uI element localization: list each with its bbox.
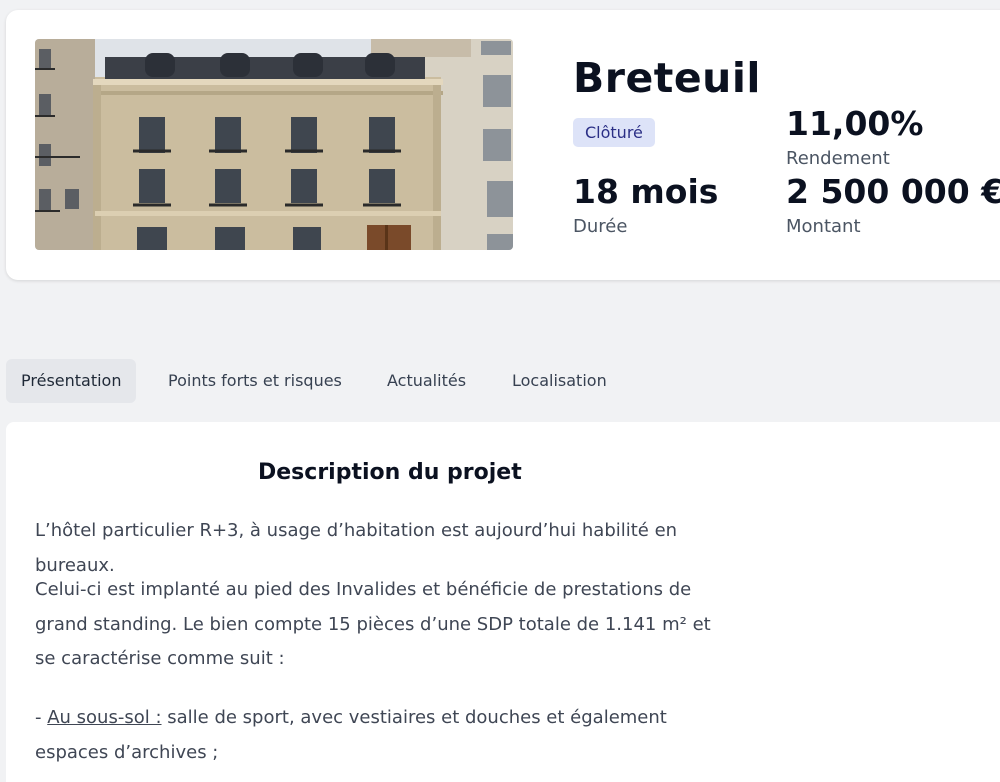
tab-presentation[interactable]: Présentation [6,359,137,403]
tab-localisation[interactable]: Localisation [512,359,607,403]
paragraph: Celui-ci est implanté au pied des Invali… [35,579,711,669]
yield-label: Rendement [786,148,890,169]
project-photo [35,39,513,250]
tab-actualites[interactable]: Actualités [387,359,466,403]
list-item-label: Au sous-sol : [47,707,162,728]
section-title: Description du projet [258,460,522,485]
yield-value: 11,00% [786,104,924,143]
status-badge: Clôturé [573,118,655,147]
list-item: - Au sous-sol : salle de sport, avec ves… [35,701,735,770]
project-summary-card: Breteuil Clôturé 11,00% Rendement 18 moi… [6,10,1000,280]
amount-value: 2 500 000 € [786,172,1000,211]
description-panel: Description du projet L’hôtel particulie… [6,422,1000,782]
amount-label: Montant [786,216,861,237]
tab-points-forts-risques[interactable]: Points forts et risques [168,359,342,403]
project-title: Breteuil [573,54,761,102]
list-item-prefix: - [35,707,48,728]
duration-label: Durée [573,216,628,237]
duration-value: 18 mois [573,172,719,211]
